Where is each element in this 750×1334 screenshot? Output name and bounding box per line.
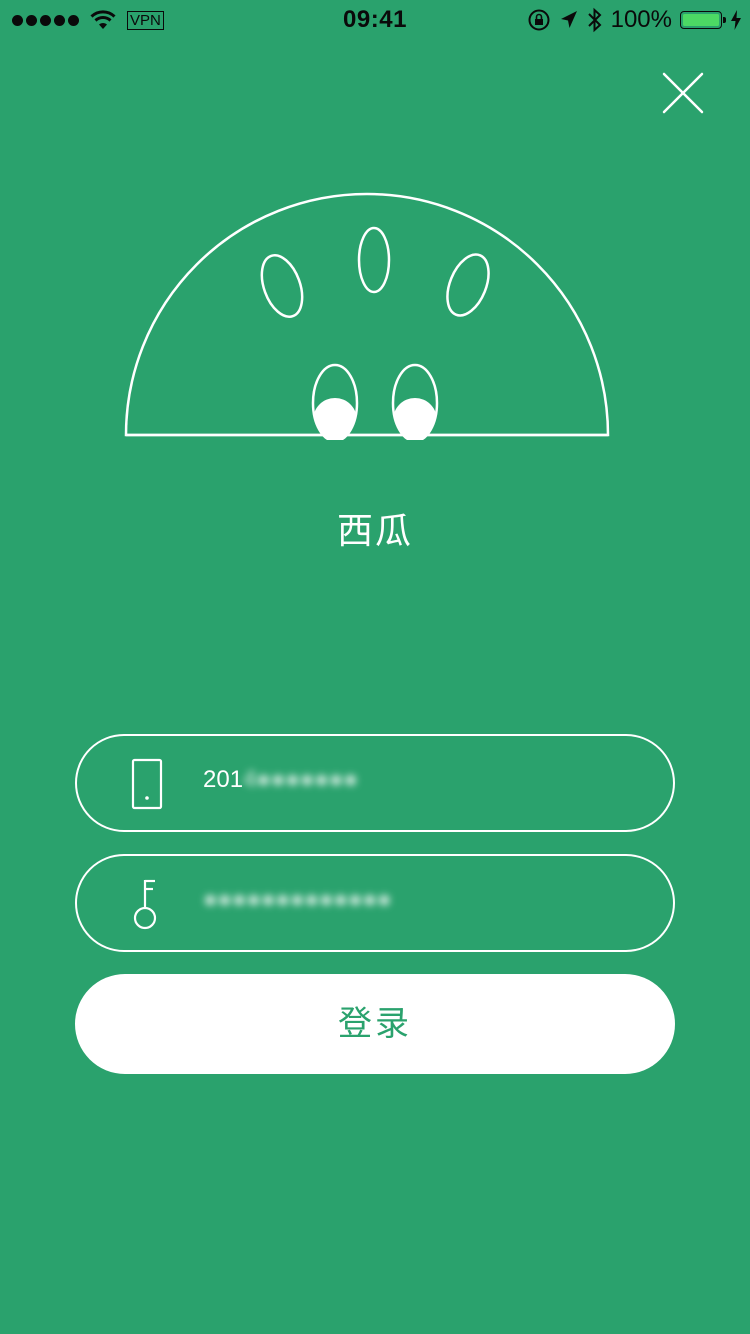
phone-value[interactable]: 2014●●●●●●● — [203, 766, 358, 794]
phone-value-visible: 201 — [203, 766, 244, 793]
bluetooth-icon — [587, 7, 603, 33]
password-value[interactable]: ●●●●●●●●●●●●● — [203, 886, 391, 914]
app-name: 西瓜 — [336, 511, 413, 552]
battery-level — [683, 14, 719, 26]
login-button[interactable]: 登录 — [75, 974, 675, 1074]
battery-icon — [680, 11, 726, 29]
location-icon — [559, 9, 579, 31]
status-bar: VPN 09:41 100% — [0, 0, 750, 40]
watermelon-icon — [124, 192, 610, 440]
charging-icon — [730, 9, 742, 31]
key-icon — [133, 879, 157, 930]
status-bar-right: 100% — [527, 6, 742, 34]
phone-field[interactable]: 2014●●●●●●● — [75, 734, 675, 832]
battery-percent: 100% — [610, 6, 672, 33]
phone-value-blurred: 4●●●●●●● — [243, 766, 358, 793]
password-field[interactable]: ●●●●●●●●●●●●● — [75, 854, 675, 952]
close-button[interactable] — [658, 68, 708, 118]
orientation-lock-icon — [527, 8, 551, 32]
phone-icon — [131, 758, 163, 810]
close-icon — [662, 72, 704, 114]
